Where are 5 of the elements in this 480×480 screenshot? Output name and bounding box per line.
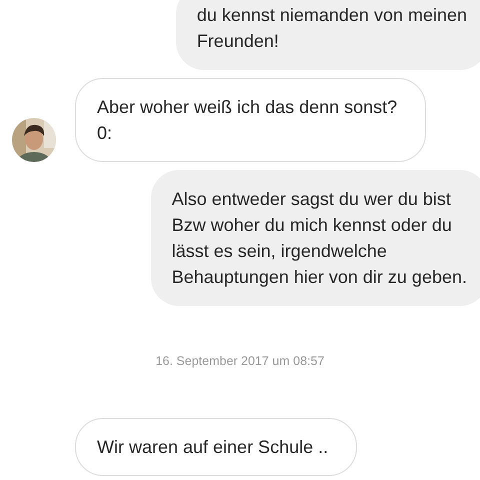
message-bubble: Wir waren auf einer Schule .. bbox=[75, 418, 358, 476]
message-bubble: Also entweder sagst du wer du bist Bzw woher du mich kennst oder du lässt es sein, irgendwelche Behauptungen hier von dir zu geben. bbox=[150, 170, 480, 306]
message-bubble: du kennst niemanden von meinen Freunden! bbox=[176, 0, 480, 70]
timestamp: 16. September 2017 um 08:57 bbox=[154, 354, 326, 368]
message-bubble: Aber woher weiß ich das denn sonst? 0: bbox=[75, 78, 426, 162]
